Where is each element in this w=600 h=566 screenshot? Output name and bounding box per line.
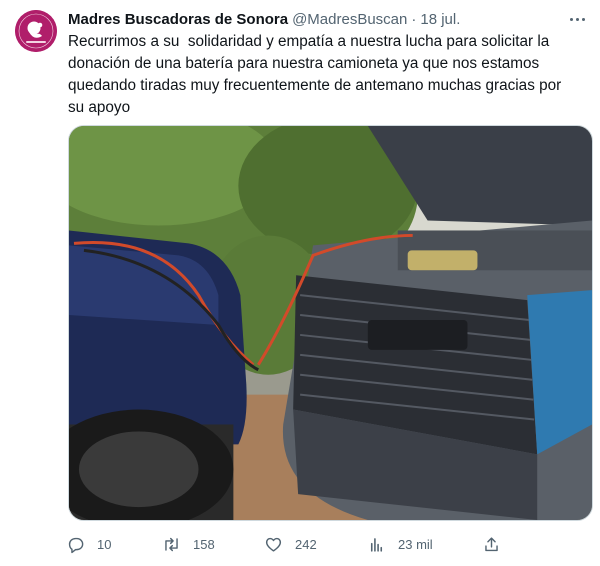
more-options-icon[interactable] — [566, 10, 588, 28]
views-count: 23 mil — [398, 536, 433, 552]
heart-icon — [265, 537, 282, 552]
views-icon — [370, 537, 383, 552]
views-button[interactable]: 23 mil — [367, 532, 433, 556]
photo-jump-start-trucks — [69, 126, 592, 520]
reply-button[interactable]: 10 — [66, 532, 111, 556]
tweet-actions: 10 158 242 23 mil — [66, 532, 506, 556]
like-button[interactable]: 242 — [264, 532, 317, 556]
share-button[interactable] — [482, 532, 501, 556]
tweet: Madres Buscadoras de Sonora @MadresBusca… — [0, 0, 600, 566]
tweet-photo[interactable] — [68, 125, 593, 521]
separator-dot: · — [411, 10, 417, 28]
like-count: 242 — [295, 536, 317, 552]
avatar-logo-icon — [15, 10, 57, 52]
tweet-date[interactable]: 18 jul. — [420, 11, 460, 28]
retweet-button[interactable]: 158 — [162, 532, 215, 556]
reply-icon — [68, 537, 84, 553]
tweet-header: Madres Buscadoras de Sonora @MadresBusca… — [68, 9, 460, 29]
avatar[interactable] — [15, 10, 57, 52]
tweet-text: Recurrimos a su solidaridad y empatía a … — [68, 33, 562, 116]
author-name[interactable]: Madres Buscadoras de Sonora — [68, 11, 288, 28]
author-handle[interactable]: @MadresBuscan — [292, 11, 407, 28]
share-icon — [485, 536, 498, 551]
retweet-count: 158 — [193, 536, 215, 552]
retweet-icon — [165, 537, 178, 551]
reply-count: 10 — [97, 536, 112, 552]
